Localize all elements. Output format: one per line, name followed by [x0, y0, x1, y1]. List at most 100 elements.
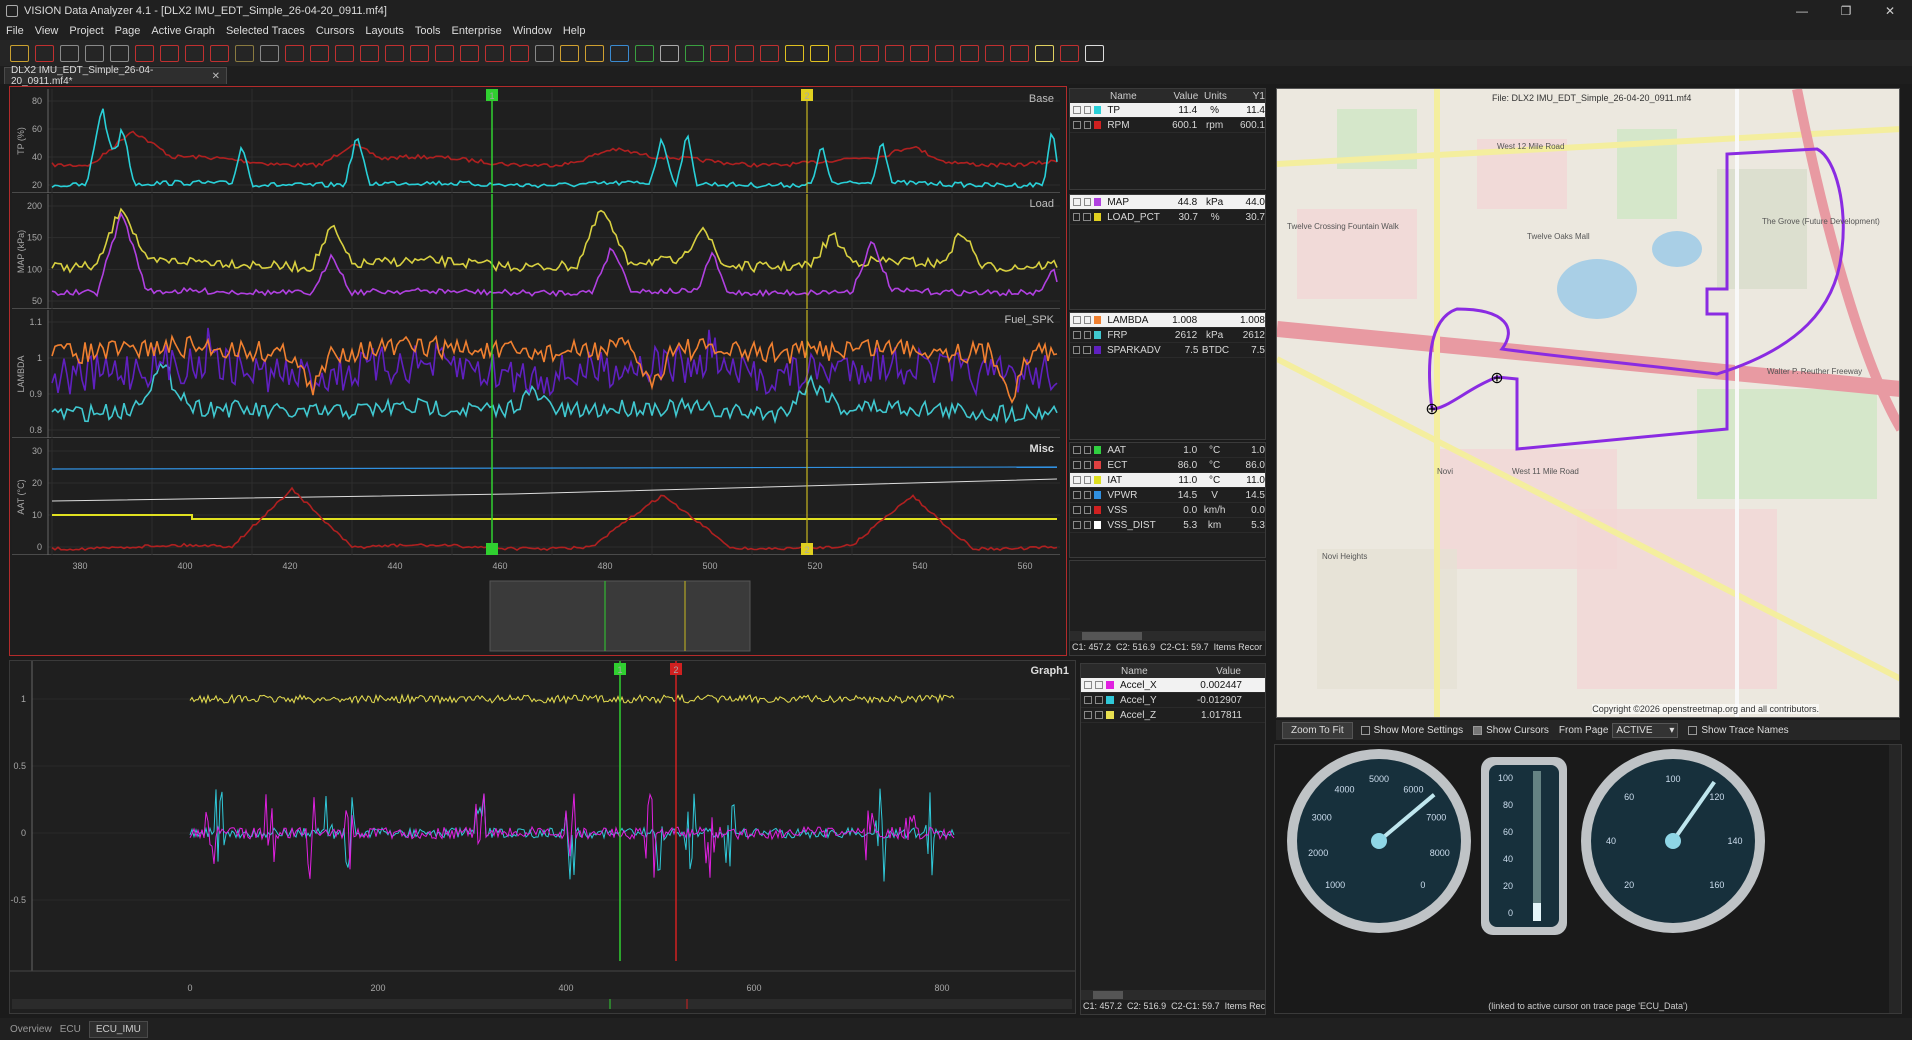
- from-page-select[interactable]: ACTIVE ▾: [1612, 722, 1679, 738]
- channel-visible-checkbox[interactable]: [1073, 331, 1081, 339]
- graph1-channel-row-accel_y[interactable]: Accel_Y -0.012907: [1081, 693, 1265, 708]
- toolbar-tool-40-icon[interactable]: [985, 44, 1004, 62]
- channel-row-vss[interactable]: VSS 0.0 km/h 0.0: [1070, 503, 1265, 518]
- plot-fuel-spk[interactable]: 1.1 1 0.9 0.8 LAMBDA Fuel_SPK: [12, 310, 1060, 438]
- maximize-button[interactable]: ❐: [1824, 0, 1868, 22]
- toolbar-tool-39-icon[interactable]: [960, 44, 979, 62]
- toolbar-tool-22-icon[interactable]: [535, 44, 554, 62]
- toolbar-tool-20-icon[interactable]: [485, 44, 504, 62]
- channel-visible-checkbox[interactable]: [1073, 476, 1081, 484]
- toolbar-tool-16-icon[interactable]: [385, 44, 404, 62]
- show-cursors-checkbox[interactable]: [1473, 725, 1483, 735]
- channel-select-checkbox[interactable]: [1083, 346, 1091, 354]
- channel-row-aat[interactable]: AAT 1.0 °C 1.0: [1070, 443, 1265, 458]
- channel-visible-checkbox[interactable]: [1073, 106, 1081, 114]
- minimize-button[interactable]: —: [1780, 0, 1824, 22]
- channel-select-checkbox[interactable]: [1083, 446, 1091, 454]
- page-tab-ecu-imu[interactable]: ECU_IMU: [88, 1020, 148, 1038]
- plot-load[interactable]: 200 150 100 50 MAP (kPa) Load: [12, 194, 1060, 309]
- toolbar-tool-2-icon[interactable]: [35, 44, 54, 62]
- channel-row-lambda[interactable]: LAMBDA 1.008 1.008: [1070, 313, 1265, 328]
- channel-select-checkbox[interactable]: [1083, 316, 1091, 324]
- channel-visible-checkbox[interactable]: [1073, 506, 1081, 514]
- toolbar-tool-6-icon[interactable]: [135, 44, 154, 62]
- menu-enterprise[interactable]: Enterprise: [452, 25, 502, 37]
- toolbar-tool-27-icon[interactable]: [660, 44, 679, 62]
- graph1-channel-row-accel_x[interactable]: Accel_X 0.002447: [1081, 678, 1265, 693]
- channel-select-checkbox[interactable]: [1083, 331, 1091, 339]
- channel-hscrollbar[interactable]: [1070, 631, 1265, 641]
- toolbar-tool-24-icon[interactable]: [585, 44, 604, 62]
- toolbar-tool-38-icon[interactable]: [935, 44, 954, 62]
- toolbar-tool-19-icon[interactable]: [460, 44, 479, 62]
- plot-misc-canvas[interactable]: 30 20 10 0 AAT (°C) 2: [12, 439, 1060, 555]
- channel-select-checkbox[interactable]: [1083, 106, 1091, 114]
- toolbar-tool-44-icon[interactable]: [1085, 44, 1104, 62]
- channel-select-checkbox[interactable]: [1083, 198, 1091, 206]
- channel-visible-checkbox[interactable]: [1084, 696, 1092, 704]
- menu-project[interactable]: Project: [69, 25, 103, 37]
- graph1-panel[interactable]: 1 0.5 0 -0.5 1 2 0 200 400 600 800 Graph1: [9, 660, 1076, 1014]
- close-tab-icon[interactable]: ✕: [212, 71, 220, 82]
- toolbar-tool-25-icon[interactable]: [610, 44, 629, 62]
- gps-map[interactable]: ⊕ ⊕ West 12 Mile Road Twelve Oaks Mall Walte…: [1276, 88, 1900, 718]
- channel-select-checkbox[interactable]: [1095, 681, 1103, 689]
- menu-window[interactable]: Window: [513, 25, 552, 37]
- channel-select-checkbox[interactable]: [1083, 521, 1091, 529]
- channel-visible-checkbox[interactable]: [1073, 346, 1081, 354]
- channel-visible-checkbox[interactable]: [1073, 461, 1081, 469]
- toolbar-tool-9-icon[interactable]: [210, 44, 229, 62]
- toolbar-tool-33-icon[interactable]: [810, 44, 829, 62]
- channel-row-frp[interactable]: FRP 2612 kPa 2612: [1070, 328, 1265, 343]
- menu-selected-traces[interactable]: Selected Traces: [226, 25, 305, 37]
- toolbar-tool-11-icon[interactable]: [260, 44, 279, 62]
- toolbar-tool-26-icon[interactable]: [635, 44, 654, 62]
- channel-select-checkbox[interactable]: [1083, 121, 1091, 129]
- plot-fuel-canvas[interactable]: 1.1 1 0.9 0.8 LAMBDA: [12, 310, 1060, 438]
- channel-row-load_pct[interactable]: LOAD_PCT 30.7% 30.7: [1070, 210, 1265, 225]
- channel-row-vss_dist[interactable]: VSS_DIST 5.3 km 5.3: [1070, 518, 1265, 533]
- channel-visible-checkbox[interactable]: [1073, 316, 1081, 324]
- toolbar-tool-23-icon[interactable]: [560, 44, 579, 62]
- toolbar-tool-21-icon[interactable]: [510, 44, 529, 62]
- menu-active-graph[interactable]: Active Graph: [151, 25, 215, 37]
- toolbar-tool-15-icon[interactable]: [360, 44, 379, 62]
- channel-row-ect[interactable]: ECT 86.0 °C 86.0: [1070, 458, 1265, 473]
- toolbar-tool-35-icon[interactable]: [860, 44, 879, 62]
- channel-select-checkbox[interactable]: [1083, 506, 1091, 514]
- graph1-channel-row-accel_z[interactable]: Accel_Z 1.017811: [1081, 708, 1265, 723]
- toolbar-tool-32-icon[interactable]: [785, 44, 804, 62]
- graph1-hscrollbar[interactable]: [1081, 990, 1265, 1000]
- upper-x-axis-overview[interactable]: 380 400 420 440 460 480 500 520 540 560: [12, 557, 1060, 653]
- toolbar-tool-36-icon[interactable]: [885, 44, 904, 62]
- toolbar-tool-3-icon[interactable]: [60, 44, 79, 62]
- show-trace-names-checkbox[interactable]: [1688, 725, 1698, 735]
- channel-visible-checkbox[interactable]: [1084, 711, 1092, 719]
- channel-row-map[interactable]: MAP 44.8 kPa 44.0: [1070, 195, 1265, 210]
- menu-cursors[interactable]: Cursors: [316, 25, 355, 37]
- toolbar-tool-29-icon[interactable]: [710, 44, 729, 62]
- show-more-settings-checkbox[interactable]: [1360, 725, 1370, 735]
- toolbar-tool-34-icon[interactable]: [835, 44, 854, 62]
- document-tab[interactable]: DLX2 IMU_EDT_Simple_26-04-20_0911.mf4* ✕: [4, 65, 227, 87]
- toolbar-tool-7-icon[interactable]: [160, 44, 179, 62]
- toolbar-tool-18-icon[interactable]: [435, 44, 454, 62]
- channel-visible-checkbox[interactable]: [1073, 446, 1081, 454]
- channel-row-iat[interactable]: IAT 11.0 °C 11.0: [1070, 473, 1265, 488]
- channel-row-sparkadv[interactable]: SPARKADV 7.5 BTDC 7.5: [1070, 343, 1265, 358]
- toolbar-tool-1-icon[interactable]: [10, 44, 29, 62]
- toolbar-tool-30-icon[interactable]: [735, 44, 754, 62]
- toolbar-tool-12-icon[interactable]: [285, 44, 304, 62]
- menu-file[interactable]: File: [6, 25, 24, 37]
- channel-visible-checkbox[interactable]: [1073, 121, 1081, 129]
- gauge-vscrollbar[interactable]: [1889, 745, 1901, 1013]
- toolbar-tool-37-icon[interactable]: [910, 44, 929, 62]
- channel-row-tp[interactable]: TP 11.4% 11.4: [1070, 103, 1265, 118]
- plot-misc[interactable]: 30 20 10 0 AAT (°C) 2 Misc: [12, 439, 1060, 555]
- menu-tools[interactable]: Tools: [415, 25, 441, 37]
- channel-visible-checkbox[interactable]: [1073, 521, 1081, 529]
- menu-help[interactable]: Help: [563, 25, 586, 37]
- toolbar-tool-31-icon[interactable]: [760, 44, 779, 62]
- toolbar-tool-42-icon[interactable]: [1035, 44, 1054, 62]
- zoom-to-fit-button[interactable]: Zoom To Fit: [1282, 721, 1353, 739]
